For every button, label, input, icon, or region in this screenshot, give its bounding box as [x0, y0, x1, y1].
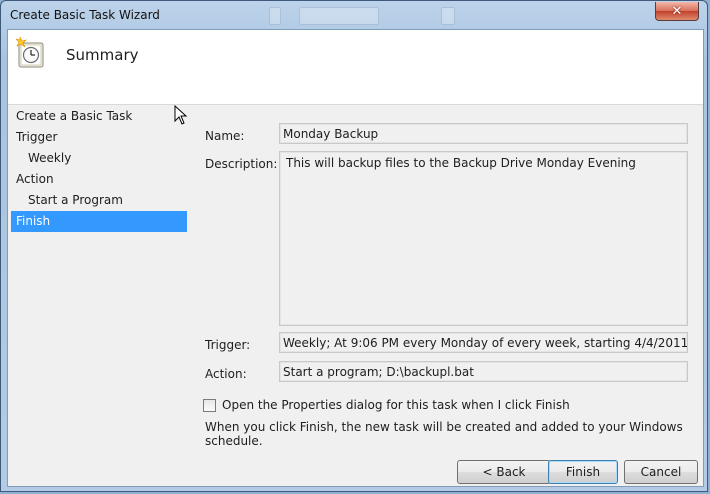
- window-title: Create Basic Task Wizard: [10, 8, 160, 22]
- title-bar[interactable]: Create Basic Task Wizard ✕: [1, 1, 707, 29]
- action-field[interactable]: Start a program; D:\backupl.bat: [279, 361, 688, 382]
- open-properties-label[interactable]: Open the Properties dialog for this task…: [222, 398, 570, 412]
- name-label: Name:: [205, 129, 245, 143]
- mouse-pointer-icon: [174, 105, 188, 125]
- cancel-button[interactable]: Cancel: [624, 460, 698, 484]
- nav-item-action[interactable]: Action: [11, 169, 187, 190]
- nav-item-weekly[interactable]: Weekly: [11, 148, 187, 169]
- name-field[interactable]: Monday Backup: [279, 123, 688, 144]
- trigger-label: Trigger:: [205, 338, 251, 352]
- background-title-glyph: [299, 7, 379, 25]
- wizard-steps-nav: Create a Basic Task Trigger Weekly Actio…: [11, 106, 187, 232]
- wizard-header: Summary: [8, 30, 703, 105]
- close-icon: ✕: [671, 3, 683, 19]
- wizard-client-area: Summary Create a Basic Task Trigger Week…: [7, 29, 704, 487]
- finish-button[interactable]: Finish: [548, 460, 618, 484]
- wizard-window: Create Basic Task Wizard ✕ Summary Creat…: [0, 0, 708, 492]
- page-title: Summary: [66, 46, 139, 64]
- description-label: Description:: [205, 157, 278, 171]
- description-field[interactable]: This will backup files to the Backup Dri…: [279, 151, 688, 326]
- background-title-glyph: [269, 7, 281, 25]
- back-button[interactable]: < Back: [457, 460, 551, 484]
- nav-item-trigger[interactable]: Trigger: [11, 127, 187, 148]
- background-title-glyph: [441, 7, 455, 25]
- scheduled-task-clock-icon: [16, 37, 44, 68]
- action-label: Action:: [205, 367, 247, 381]
- finish-note: When you click Finish, the new task will…: [205, 420, 683, 448]
- nav-item-finish[interactable]: Finish: [11, 211, 187, 232]
- nav-item-create-basic-task[interactable]: Create a Basic Task: [11, 106, 187, 127]
- open-properties-checkbox[interactable]: [203, 399, 216, 412]
- nav-item-start-a-program[interactable]: Start a Program: [11, 190, 187, 211]
- close-button[interactable]: ✕: [655, 2, 699, 21]
- trigger-field[interactable]: Weekly; At 9:06 PM every Monday of every…: [279, 332, 688, 353]
